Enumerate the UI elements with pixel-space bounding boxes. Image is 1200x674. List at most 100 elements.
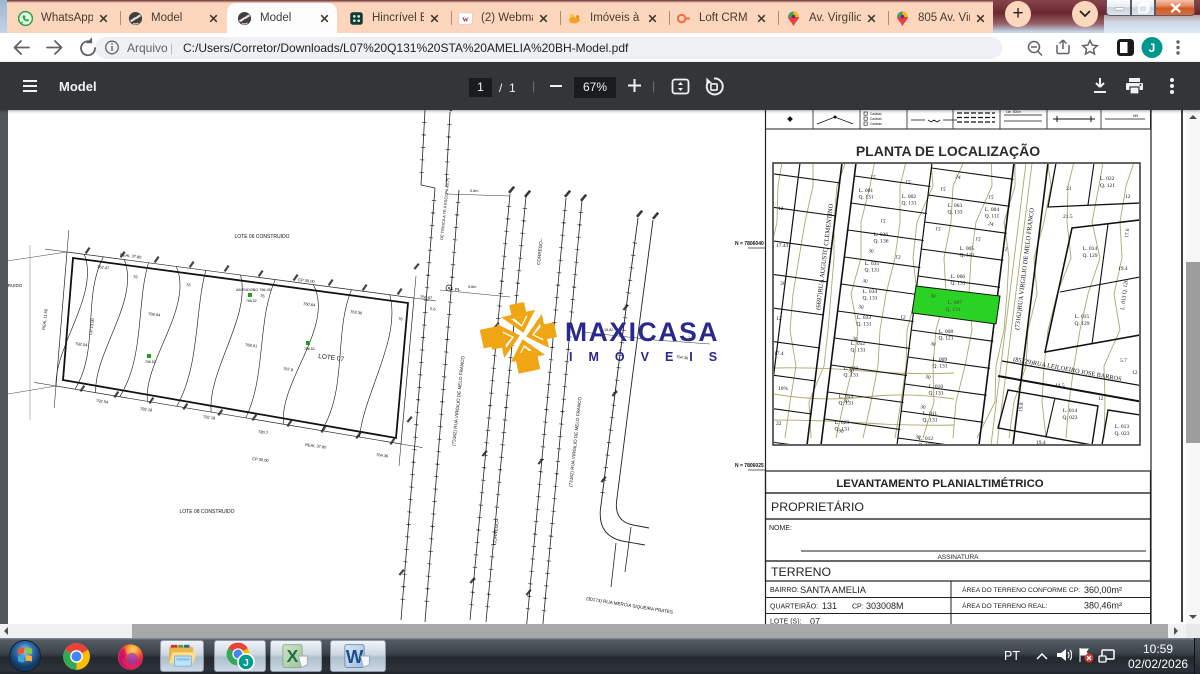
svg-text:C:/Users/Corretor/Downloads/L0: C:/Users/Corretor/Downloads/L07%20Q131%2… <box>183 41 629 55</box>
svg-text:Cadeias: Cadeias <box>870 122 882 126</box>
svg-text:PL: PL <box>455 287 461 292</box>
svg-text:Q. 023: Q. 023 <box>1115 431 1130 437</box>
svg-text:BAIRRO:: BAIRRO: <box>770 587 799 594</box>
svg-text:780.7: 780.7 <box>258 429 269 435</box>
svg-text:CP:: CP: <box>852 604 864 611</box>
svg-text:762.47: 762.47 <box>97 264 111 271</box>
svg-text:15: 15 <box>870 174 877 181</box>
svg-text:(73162) RUA VIRGILIO DE MELO F: (73162) RUA VIRGILIO DE MELO FRANCO <box>568 396 582 487</box>
svg-text:DE TRINCA A TE A ESCOPA 45.75: DE TRINCA A TE A ESCOPA 45.75 <box>439 177 451 240</box>
svg-text:5.7: 5.7 <box>1120 358 1127 364</box>
svg-text:30: 30 <box>868 248 875 255</box>
svg-text:Q. 131: Q. 131 <box>960 253 975 259</box>
svg-text:Lim. 500m: Lim. 500m <box>1006 110 1021 114</box>
svg-text:360,00m²: 360,00m² <box>1084 585 1122 595</box>
svg-text:07: 07 <box>810 617 820 625</box>
svg-text:22: 22 <box>776 421 782 427</box>
svg-text:766.52: 766.52 <box>246 299 257 303</box>
svg-text:L. 029: L. 029 <box>835 420 850 426</box>
svg-text:L. 010: L. 010 <box>929 384 944 390</box>
svg-text:Q. 129: Q. 129 <box>1083 253 1098 259</box>
svg-text:Q. 121: Q. 121 <box>939 336 954 342</box>
svg-text:SANTA AMELIA: SANTA AMELIA <box>800 585 867 595</box>
svg-text:Q. 131: Q. 131 <box>951 281 966 287</box>
svg-text:L. 014: L. 014 <box>1063 408 1078 414</box>
svg-text:LOTE 06 CONSTRUIDO: LOTE 06 CONSTRUIDO <box>234 234 289 240</box>
svg-text:ÁREA DO TERRENO REAL:: ÁREA DO TERRENO REAL: <box>962 601 1047 610</box>
svg-text:Q. 133: Q. 133 <box>948 210 963 216</box>
svg-text:14.5: 14.5 <box>1055 383 1065 389</box>
svg-text:30: 30 <box>925 374 932 381</box>
svg-text:30: 30 <box>862 278 869 285</box>
svg-text:REAL 37.80: REAL 37.80 <box>305 442 328 450</box>
svg-text:15: 15 <box>975 236 982 243</box>
svg-text:L. 015: L. 015 <box>1075 314 1090 320</box>
svg-text:(85229)RUA LEILOEIRO JOSE BARR: (85229)RUA LEILOEIRO JOSE BARROS <box>1013 356 1123 383</box>
svg-text:76: 76 <box>398 316 404 322</box>
svg-text:792.54: 792.54 <box>96 398 110 405</box>
svg-text:17.43: 17.43 <box>776 243 789 249</box>
svg-text:24: 24 <box>955 174 962 181</box>
svg-text:76: 76 <box>133 274 139 280</box>
svg-text:Q. 131: Q. 131 <box>851 348 866 354</box>
svg-text:Q. 131: Q. 131 <box>923 418 938 424</box>
svg-text:15: 15 <box>935 226 942 233</box>
svg-text:76: 76 <box>186 282 192 288</box>
svg-text:CP 30.00: CP 30.00 <box>252 456 270 463</box>
svg-text:AMENDOBO 766.45: AMENDOBO 766.45 <box>236 288 271 292</box>
svg-text:L. 063: L. 063 <box>948 203 963 209</box>
svg-text:Q. 131: Q. 131 <box>946 307 961 313</box>
svg-text:30: 30 <box>858 304 865 311</box>
svg-text:11: 11 <box>1002 246 1009 253</box>
svg-text:Q. 131: Q. 131 <box>865 268 880 274</box>
svg-text:30: 30 <box>930 341 937 348</box>
svg-text:Q. 131: Q. 131 <box>857 322 872 328</box>
svg-text:12: 12 <box>778 206 784 212</box>
svg-text:J: J <box>1149 41 1156 55</box>
svg-text:Q. 131: Q. 131 <box>933 364 948 370</box>
svg-text:17.4: 17.4 <box>774 351 784 357</box>
svg-text:Q. 131: Q. 131 <box>859 195 874 201</box>
svg-text:Q. 136: Q. 136 <box>874 239 889 245</box>
svg-text:766.52: 766.52 <box>304 347 315 351</box>
svg-text:Q. 023: Q. 023 <box>1063 415 1078 421</box>
svg-text:PROPRIETÁRIO: PROPRIETÁRIO <box>771 499 864 514</box>
svg-text:CP 13.00: CP 13.00 <box>88 317 95 335</box>
svg-text:REAL 11.50: REAL 11.50 <box>41 308 49 330</box>
svg-text:Q. 131: Q. 131 <box>929 391 944 397</box>
svg-text:L. 034: L. 034 <box>863 289 878 295</box>
svg-text:Q. 131: Q. 131 <box>902 201 917 207</box>
svg-text:(73162) RUA VIRGILIO DE MELO F: (73162) RUA VIRGILIO DE MELO FRANCO <box>451 355 465 446</box>
svg-text:IMÓVEIS: IMÓVEIS <box>569 349 733 364</box>
svg-text:17.6: 17.6 <box>1124 228 1131 238</box>
svg-text:(30173) RUA MERCIA SIQUEIRA PR: (30173) RUA MERCIA SIQUEIRA PRATES <box>586 596 673 615</box>
svg-text:19.8: 19.8 <box>1018 402 1025 412</box>
svg-text:12: 12 <box>895 254 902 261</box>
svg-text:QUARTEIRÃO:: QUARTEIRÃO: <box>770 602 818 611</box>
svg-text:15: 15 <box>988 194 995 201</box>
svg-text:L. 012: L. 012 <box>919 436 934 442</box>
svg-text:L. 036: L. 036 <box>874 232 889 238</box>
svg-text:LOTE 07: LOTE 07 <box>318 353 345 363</box>
svg-text:Q. 129: Q. 129 <box>1075 321 1090 327</box>
svg-text:763.36: 763.36 <box>350 309 364 316</box>
svg-text:LEVANTAMENTO PLANIALTIMÉTRICO: LEVANTAMENTO PLANIALTIMÉTRICO <box>836 477 1043 490</box>
svg-text:30: 30 <box>780 281 786 287</box>
svg-text:764.36: 764.36 <box>376 452 390 459</box>
svg-text:L. 009: L. 009 <box>933 357 948 363</box>
svg-text:L. 004: L. 004 <box>985 207 1000 213</box>
svg-text:L. 011: L. 011 <box>923 411 937 417</box>
svg-text:Q. 121: Q. 121 <box>1100 183 1115 189</box>
svg-text:NN: NN <box>1133 114 1139 118</box>
svg-text:21: 21 <box>1066 186 1072 192</box>
svg-text:L. 033: L. 033 <box>857 315 872 321</box>
svg-text:X: X <box>287 646 299 666</box>
svg-text:782.18: 782.18 <box>140 406 154 413</box>
svg-text:L. 007: L. 007 <box>948 300 963 306</box>
svg-text:12: 12 <box>1125 194 1131 200</box>
svg-text:767.8: 767.8 <box>283 366 294 372</box>
svg-text:15: 15 <box>940 186 947 193</box>
svg-text:12: 12 <box>776 316 782 322</box>
svg-text:L. 035: L. 035 <box>865 261 880 267</box>
svg-text:5.6: 5.6 <box>430 306 437 312</box>
